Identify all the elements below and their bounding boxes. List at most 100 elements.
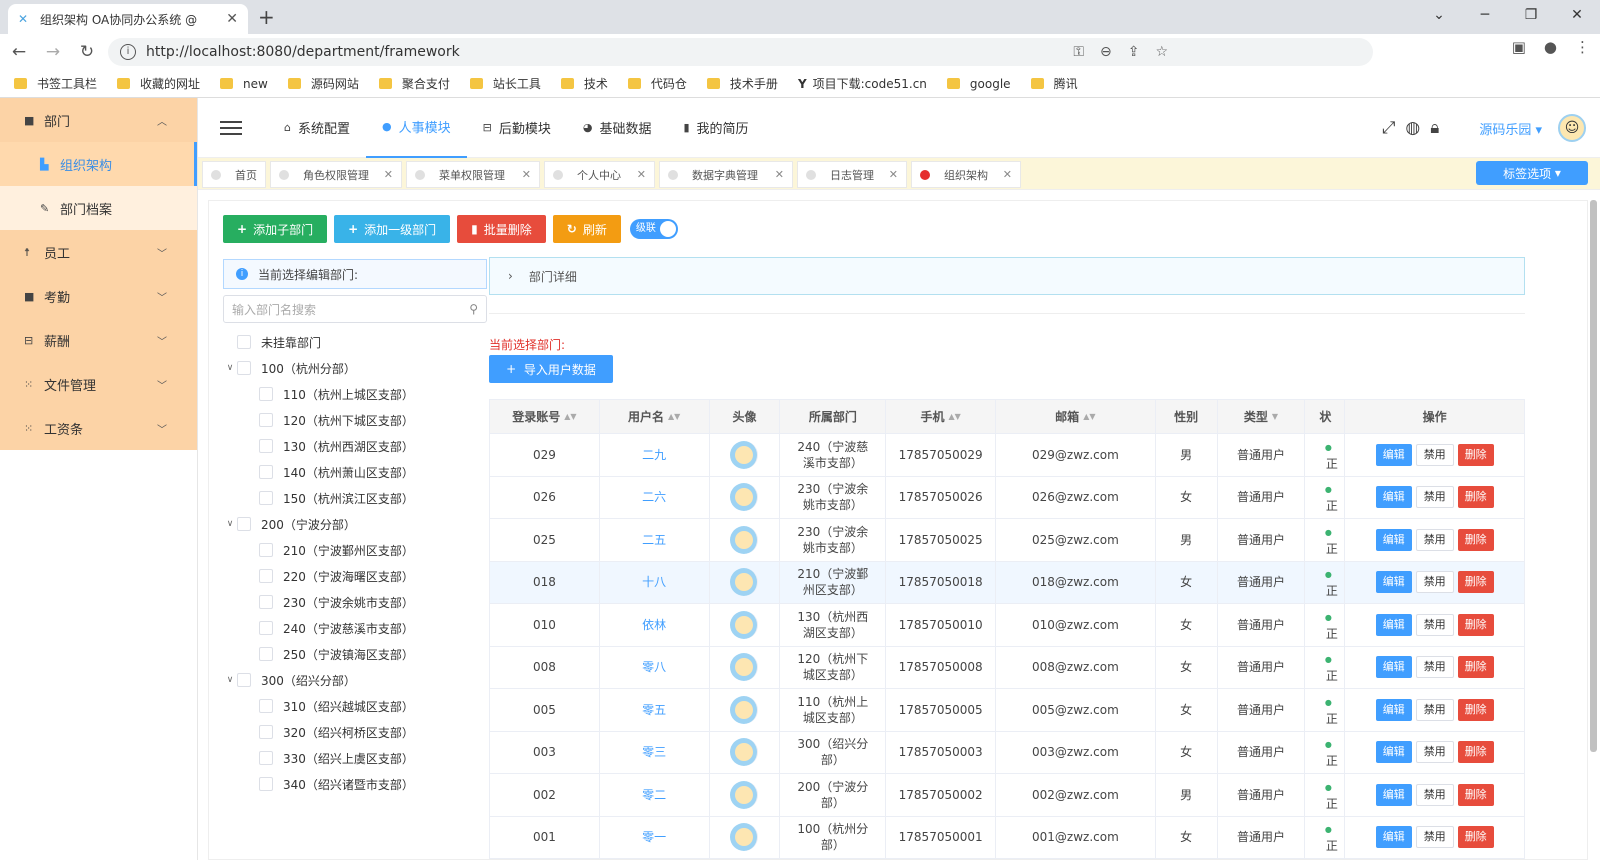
username-cell[interactable]: 二五 [600,519,710,561]
tree-checkbox[interactable] [259,595,273,609]
bookmark-item[interactable]: 聚合支付 [378,75,450,92]
info-icon[interactable]: i [120,44,136,60]
reload-icon[interactable]: ↻ [72,42,102,62]
tree-node[interactable]: 140（杭州萧山区支部） [223,459,487,485]
tree-node[interactable]: 未挂靠部门 [223,329,487,355]
edit-button[interactable]: 编辑 [1375,656,1412,679]
tree-node[interactable]: 320（绍兴柯桥区支部） [223,719,487,745]
disable-button[interactable]: 禁用 [1415,783,1454,806]
username-link[interactable]: 二九 [642,447,666,463]
column-header[interactable]: 邮箱 ▲▼ [996,400,1156,433]
tag-item[interactable]: 个人中心 ✕ [544,161,655,188]
avatar[interactable]: ☺ [1558,114,1586,142]
username-link[interactable]: 零八 [642,659,666,675]
disable-button[interactable]: 禁用 [1415,443,1454,466]
tree-checkbox[interactable] [237,517,251,531]
username-link[interactable]: 二五 [642,532,666,548]
bookmark-item[interactable]: 代码仓 [627,75,687,92]
tree-checkbox[interactable] [259,387,273,401]
delete-button[interactable]: 删除 [1457,613,1494,636]
username-link[interactable]: 零三 [642,744,666,760]
disable-button[interactable]: 禁用 [1415,826,1454,849]
minimize-icon[interactable]: ─ [1462,0,1508,30]
username-link[interactable]: 二六 [642,489,666,505]
sort-icon[interactable]: ▲▼ [1083,412,1095,421]
bookmark-item[interactable]: 技术手册 [706,75,778,92]
sidebar-item-employee[interactable]: ☨ 员工 ﹀ [0,230,197,274]
username-cell[interactable]: 依林 [600,604,710,646]
scrollbar-thumb[interactable] [1590,200,1597,752]
tree-node[interactable]: 210（宁波鄞州区支部） [223,537,487,563]
sort-icon[interactable]: ▲▼ [564,412,576,421]
back-icon[interactable]: ← [4,42,34,62]
tree-node[interactable]: 340（绍兴诸暨市支部） [223,771,487,797]
username-cell[interactable]: 零三 [600,731,710,773]
tree-expand-icon[interactable]: ∨ [223,363,237,373]
edit-button[interactable]: 编辑 [1375,486,1412,509]
fullscreen-icon[interactable]: ⤢ [1382,118,1396,138]
disable-button[interactable]: 禁用 [1415,741,1454,764]
dept-detail-collapse[interactable]: › 部门详细 [489,257,1525,295]
tree-checkbox[interactable] [259,751,273,765]
tag-item[interactable]: 日志管理 ✕ [797,161,907,188]
close-icon[interactable]: ✕ [522,168,531,181]
bookmark-item[interactable]: Y 项目下载:code51.cn [798,75,927,92]
restore-icon[interactable]: ❐ [1508,0,1554,30]
tree-node[interactable]: 310（绍兴越城区支部） [223,693,487,719]
close-icon[interactable]: ✕ [1003,168,1012,181]
lock-icon[interactable]: 🔒︎ [1430,118,1439,138]
username-cell[interactable]: 二九 [600,434,710,476]
bookmark-item[interactable]: new [220,77,268,91]
bookmark-item[interactable]: google [946,77,1011,91]
zoom-icon[interactable]: ⊖ [1100,44,1112,60]
add-top-button[interactable]: + 添加一级部门 [334,215,451,243]
url-bar[interactable]: i http://localhost:8080/department/frame… [108,38,1373,66]
sidebar-item-attendance[interactable]: ■ 考勤 ﹀ [0,274,197,318]
edit-button[interactable]: 编辑 [1375,698,1412,721]
globe-icon[interactable]: ◍ [1405,118,1420,138]
delete-button[interactable]: 删除 [1457,783,1494,806]
star-icon[interactable]: ☆ [1155,44,1168,60]
close-icon[interactable]: ✕ [775,168,784,181]
page-scrollbar[interactable] [1588,200,1598,752]
topnav-hr[interactable]: ● 人事模块 [366,98,467,158]
bookmark-item[interactable]: 收藏的网址 [117,75,200,92]
cascade-toggle[interactable]: 级联 [629,219,678,239]
delete-button[interactable]: 删除 [1457,741,1494,764]
topnav-resume[interactable]: ▮ 我的简历 [667,98,764,158]
add-child-button[interactable]: + 添加子部门 [223,215,328,243]
key-icon[interactable]: ⚿ [1073,44,1084,60]
tree-checkbox[interactable] [259,777,273,791]
tree-checkbox[interactable] [259,725,273,739]
delete-button[interactable]: 删除 [1457,486,1494,509]
bookmark-item[interactable]: 站长工具 [469,75,541,92]
username-cell[interactable]: 零八 [600,646,710,688]
forward-icon[interactable]: → [38,42,68,62]
username-link[interactable]: 零二 [642,787,666,803]
sort-icon[interactable]: ▲▼ [948,412,960,421]
browser-tab[interactable]: ✕ 组织架构 OA协同办公系统 @ ✕ [8,4,248,34]
hamburger-icon[interactable] [220,117,242,139]
tree-node[interactable]: 110（杭州上城区支部） [223,381,487,407]
delete-button[interactable]: 删除 [1457,826,1494,849]
tree-checkbox[interactable] [259,699,273,713]
topnav-basedata[interactable]: ◕ 基础数据 [567,98,668,158]
edit-button[interactable]: 编辑 [1375,528,1412,551]
tree-checkbox[interactable] [237,673,251,687]
tree-checkbox[interactable] [237,361,251,375]
tree-node[interactable]: ∨ 300（绍兴分部） [223,667,487,693]
column-header[interactable]: 登录账号 ▲▼ [490,400,600,433]
username-cell[interactable]: 十八 [600,561,710,603]
bookmark-item[interactable]: 技术 [560,75,608,92]
tag-item[interactable]: 组织架构 ✕ [911,161,1021,188]
tree-node[interactable]: ∨ 100（杭州分部） [223,355,487,381]
bookmark-item[interactable]: 源码网站 [287,75,359,92]
column-header[interactable]: 用户名 ▲▼ [600,400,710,433]
close-icon[interactable]: ✕ [889,168,898,181]
edit-button[interactable]: 编辑 [1375,783,1412,806]
tree-checkbox[interactable] [237,335,251,349]
username-link[interactable]: 依林 [642,617,666,633]
dept-search-input[interactable]: 输入部门名搜索 ⚲ [223,295,487,323]
topnav-system[interactable]: ⌂ 系统配置 [268,98,366,158]
sidebar-item-archive[interactable]: ✎ 部门档案 [0,186,197,230]
